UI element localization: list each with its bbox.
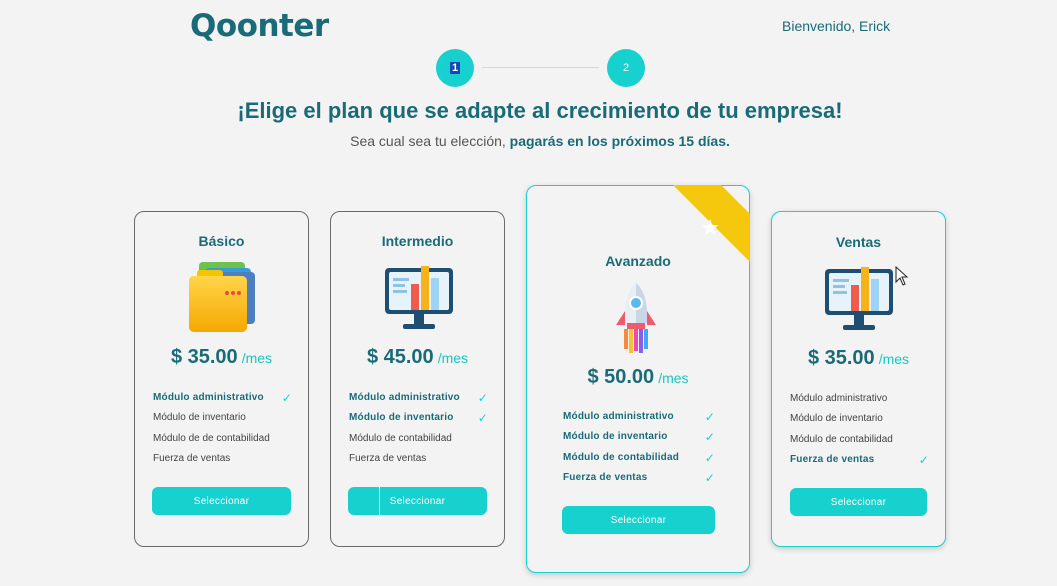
price-amount: $ 50.00 [587, 366, 655, 388]
stepper-line [482, 67, 599, 68]
feature-item: Módulo de de contabilidad [153, 432, 292, 452]
feature-label: Fuerza de ventas [349, 452, 427, 464]
plan-card-avanzado: ★ Avanzado $ 50.00/mes Módulo administra… [526, 185, 750, 573]
feature-label: Módulo administrativo [153, 392, 264, 403]
check-icon: ✓ [704, 450, 715, 465]
page-title: ¡Elige el plan que se adapte al crecimie… [237, 98, 843, 123]
subtitle-prefix: Sea cual sea tu elección, [350, 133, 510, 149]
price-period: /mes [878, 351, 910, 367]
feature-label: Módulo administrativo [790, 393, 888, 404]
feature-label: Fuerza de ventas [153, 452, 231, 464]
star-icon: ★ [700, 215, 720, 240]
ribbon-band [666, 185, 750, 303]
check-icon: ✓ [704, 410, 715, 424]
select-plan-button[interactable]: Seleccionar [348, 487, 487, 515]
select-plan-button[interactable]: Seleccionar [790, 488, 927, 516]
price-amount: $ 45.00 [366, 346, 434, 368]
select-plan-button[interactable]: Seleccionar [562, 506, 715, 534]
feature-list: Módulo administrativo ✓ Módulo de inventa… [349, 391, 488, 472]
feature-label: Módulo de de contabilidad [153, 432, 270, 444]
feature-item: Fuerza de ventas ✓ [563, 471, 715, 491]
feature-list: Módulo administrativo ✓ Módulo de inventa… [563, 410, 715, 491]
feature-label: Módulo de contabilidad [349, 432, 452, 444]
feature-label: Módulo de inventario [790, 413, 883, 425]
button-divider [379, 487, 380, 515]
folders-icon [187, 260, 259, 339]
monitor-chart-icon [823, 263, 895, 340]
feature-item: Fuerza de ventas [349, 452, 488, 472]
price-amount: $ 35.00 [170, 346, 238, 368]
plan-card-intermedio: Intermedio $ 45.00/mes Módulo administra… [330, 211, 505, 547]
feature-item: Módulo administrativo [790, 392, 929, 412]
stepper: 1 2 [436, 49, 645, 87]
feature-label: Fuerza de ventas [563, 471, 648, 483]
plan-title: Intermedio [381, 233, 454, 249]
feature-label: Módulo de contabilidad [563, 451, 680, 463]
monitor-chart-icon [383, 262, 455, 339]
feature-item: Módulo de inventario ✓ [349, 411, 488, 431]
feature-item: Módulo administrativo ✓ [349, 391, 488, 411]
feature-label: Módulo administrativo [349, 392, 460, 403]
welcome-text: Bienvenido, Erick [782, 18, 891, 34]
price-period: /mes [241, 350, 273, 366]
feature-label: Módulo de inventario [563, 431, 668, 443]
check-icon: ✓ [704, 430, 715, 445]
plan-card-basico: Básico $ 35.00/mes Módulo administrativo… [134, 211, 309, 547]
plan-price: $ 45.00/mes [331, 346, 504, 369]
plan-title: Avanzado [605, 253, 671, 269]
feature-label: Módulo de contabilidad [790, 433, 893, 445]
feature-item: Fuerza de ventas ✓ [790, 453, 929, 473]
plan-price: $ 35.00/mes [772, 347, 945, 370]
subtitle-bold: pagarás en los próximos 15 días. [509, 133, 730, 149]
feature-list: Módulo administrativo Módulo de inventar… [790, 392, 929, 473]
select-plan-button-label: Seleccionar [389, 495, 446, 507]
brand-logo: Qoonter [190, 8, 329, 44]
feature-item: Módulo de contabilidad [349, 432, 488, 452]
feature-item: Módulo de inventario [153, 411, 292, 431]
check-icon: ✓ [281, 391, 292, 405]
feature-item: Módulo de contabilidad ✓ [563, 451, 715, 471]
rocket-icon [613, 281, 659, 360]
feature-label: Módulo administrativo [563, 411, 674, 422]
plan-card-ventas: Ventas $ 35.00/mes Módulo administrativo… [771, 211, 946, 547]
check-icon: ✓ [477, 411, 488, 426]
feature-item: Módulo administrativo ✓ [563, 410, 715, 430]
step-2[interactable]: 2 [607, 49, 645, 87]
step-1[interactable]: 1 [436, 49, 474, 87]
select-plan-button[interactable]: Seleccionar [152, 487, 291, 515]
plan-price: $ 35.00/mes [135, 346, 308, 369]
feature-item: Módulo de contabilidad [790, 433, 929, 453]
step-1-label: 1 [449, 62, 461, 74]
feature-label: Módulo de inventario [153, 412, 246, 424]
check-icon: ✓ [477, 391, 488, 405]
price-period: /mes [658, 370, 689, 386]
feature-item: Módulo administrativo ✓ [153, 391, 292, 411]
plan-title: Ventas [835, 234, 882, 250]
step-2-label: 2 [622, 62, 630, 74]
feature-item: Módulo de inventario ✓ [563, 430, 715, 450]
feature-item: Fuerza de ventas [153, 452, 292, 472]
price-period: /mes [437, 350, 469, 366]
check-icon: ✓ [918, 452, 929, 467]
plan-price: $ 50.00/mes [527, 366, 749, 389]
feature-label: Fuerza de ventas [790, 453, 875, 465]
check-icon: ✓ [704, 470, 715, 485]
feature-label: Módulo de inventario [349, 412, 454, 424]
plan-title: Básico [198, 233, 245, 249]
page-subtitle: Sea cual sea tu elección, pagarás en los… [0, 133, 1057, 149]
price-amount: $ 35.00 [807, 347, 875, 369]
feature-item: Módulo de inventario [790, 412, 929, 432]
feature-list: Módulo administrativo ✓ Módulo de inventa… [153, 391, 292, 472]
mouse-cursor-icon [895, 265, 909, 291]
